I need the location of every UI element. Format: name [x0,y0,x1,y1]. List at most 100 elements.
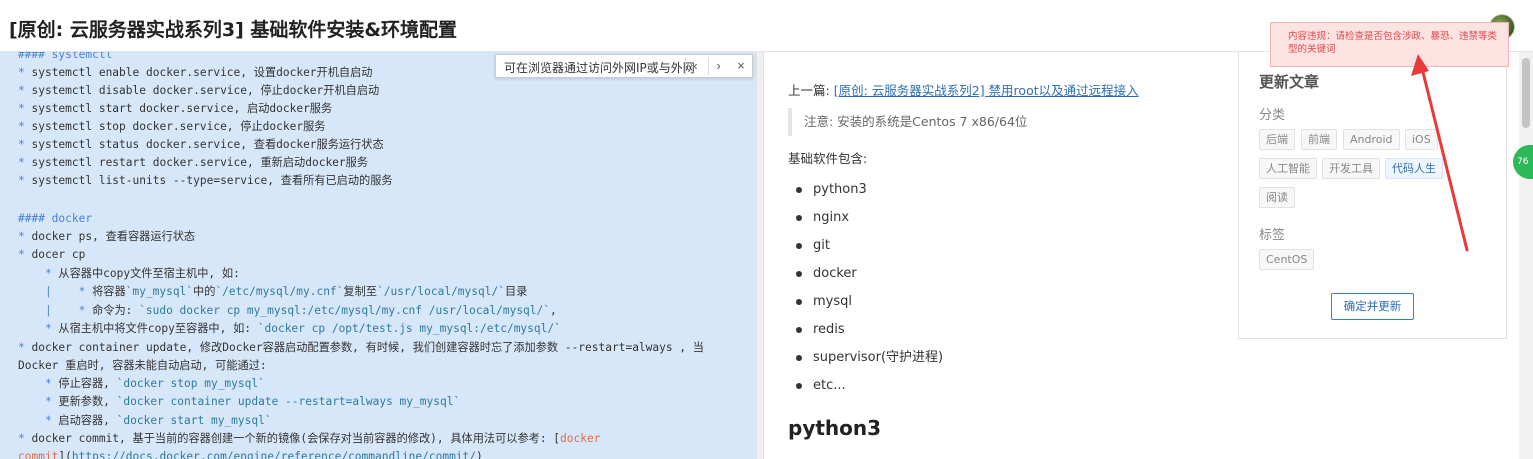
editor-token: #### docker [18,212,93,225]
editor-line[interactable]: * 启动容器, `docker start my_mysql` [18,412,272,430]
editor-token: * [18,174,32,187]
blockquote: 注意: 安装的系统是Centos 7 x86/64位 [788,108,1208,136]
editor-token: * [18,248,32,261]
editor-token: ) [476,450,483,459]
chevron-left-icon[interactable]: ‹ [685,57,705,75]
editor-token: 将容器 [92,285,126,298]
category-tag[interactable]: iOS [1405,129,1438,150]
editor-line[interactable]: * systemctl status docker.service, 查看doc… [18,136,384,154]
category-tag[interactable]: 后端 [1259,129,1295,150]
editor-token: 更新参数, [58,395,117,408]
editor-line[interactable]: * systemctl list-units --type=service, 查… [18,172,393,190]
editor-token: 复制至 [343,285,377,298]
editor-token: docker ps, 查看容器运行状态 [31,230,196,243]
list-item: mysql [796,292,943,320]
editor-token: * [18,414,59,427]
editor-line[interactable]: * docer cp [18,246,85,264]
page-title[interactable]: [原创: 云服务器实战系列3] 基础软件安装&环境配置 [9,15,457,42]
editor-token: * [18,322,59,335]
error-toast: 内容违规：请检查是否包含涉政、暴恐、违禁等类型的关键词 [1270,22,1509,67]
editor-token: * [18,395,59,408]
editor-token: , [550,304,557,317]
editor-token: * [18,432,32,445]
editor-token: systemctl stop docker.service, 停止docker服… [31,120,326,133]
editor-token: * [18,267,59,280]
category-tag[interactable]: 前端 [1301,129,1337,150]
list-item: git [796,236,943,264]
editor-token: docker [560,432,601,445]
list-item: docker [796,264,943,292]
editor-line[interactable]: * systemctl start docker.service, 启动dock… [18,100,332,118]
editor-line[interactable]: * 从宿主机中将文件copy至容器中, 如: `docker cp /opt/t… [18,320,561,338]
list-item: etc... [796,376,943,404]
editor-token: systemctl disable docker.service, 停止dock… [31,84,380,97]
editor-token: ]( [58,450,72,459]
editor-token: commit [18,450,59,459]
editor-token: `/usr/local/mysql/` [376,285,505,298]
editor-line[interactable]: * systemctl disable docker.service, 停止do… [18,82,379,100]
category-tag-active[interactable]: 代码人生 [1385,158,1443,179]
editor-line[interactable]: * systemctl enable docker.service, 设置doc… [18,64,372,82]
editor-token: * [18,66,32,79]
category-tag[interactable]: 阅读 [1259,187,1295,208]
editor-token: systemctl start docker.service, 启动docker… [31,102,333,115]
editor-token: docker commit, 基于当前的容器创建一个新的镜像(会保存对当前容器的… [31,432,561,445]
editor-line[interactable]: commit](https://docs.docker.com/engine/r… [18,448,483,459]
editor-line[interactable]: * 从容器中copy文件至宿主机中, 如: [18,265,240,283]
close-icon[interactable]: × [731,57,751,75]
editor-token: * [18,84,32,97]
intro-paragraph: 基础软件包含: [788,151,868,166]
category-tag[interactable]: 人工智能 [1259,158,1317,179]
panel-title: 更新文章 [1259,73,1320,91]
editor-line[interactable]: | * 命令为: `sudo docker cp my_mysql:/etc/m… [18,302,557,320]
editor-token: https://docs.docker.com/engine/reference… [71,450,477,459]
editor-token: 中的 [193,285,216,298]
list-item: redis [796,320,943,348]
editor-token: `docker container update --restart=alway… [116,395,461,408]
find-bar: 可在浏览器通过访问外网IP或与外网 ‹ › × [495,54,753,78]
previous-article-link[interactable]: [原创: 云服务器实战系列2] 禁用root以及通过远程接入 [834,83,1139,98]
category-tag[interactable]: Android [1343,129,1400,150]
editor-token: 启动容器, [58,414,117,427]
editor-line[interactable]: #### systemctl [18,52,112,64]
list-item: nginx [796,208,943,236]
editor-token: `/etc/mysql/my.cnf` [215,285,344,298]
editor-token: 从容器中copy文件至宿主机中, 如: [58,267,240,280]
editor-line[interactable]: * docker container update, 修改Docker容器启动配… [18,339,704,357]
editor-line[interactable]: * docker commit, 基于当前的容器创建一个新的镜像(会保存对当前容… [18,430,600,448]
editor-line[interactable]: Docker 重启时, 容器未能自动启动, 可能通过: [18,357,267,375]
markdown-preview: 上一篇: [原创: 云服务器实战系列2] 禁用root以及通过远程接入 注意: … [764,52,1234,459]
editor-token: systemctl enable docker.service, 设置docke… [31,66,373,79]
scrollbar[interactable] [1519,52,1533,459]
floating-badge[interactable]: 76 [1513,145,1533,179]
editor-token: Docker 重启时, 容器未能自动启动, 可能通过: [18,359,267,372]
editor-token: | * [18,285,93,298]
editor-line[interactable]: * 停止容器, `docker stop my_mysql` [18,375,265,393]
editor-line[interactable]: #### docker [18,210,92,228]
markdown-editor[interactable]: #### systemctl * systemctl enable docker.… [0,52,756,459]
previous-article: 上一篇: [原创: 云服务器实战系列2] 禁用root以及通过远程接入 [788,80,1139,99]
editor-token: | * [18,304,93,317]
editor-token: `my_mysql` [125,285,194,298]
category-tag[interactable]: 开发工具 [1322,158,1380,179]
editor-line[interactable]: * systemctl stop docker.service, 停止docke… [18,118,325,136]
editor-token: * [18,377,59,390]
editor-line[interactable]: | * 将容器`my_mysql`中的`/etc/mysql/my.cnf`复制… [18,283,527,301]
editor-token: `docker start my_mysql` [116,414,272,427]
pane-divider[interactable] [756,52,764,459]
editor-token: docer cp [31,248,86,261]
editor-token: 从宿主机中将文件copy至容器中, 如: [58,322,258,335]
editor-token: systemctl restart docker.service, 重新启动do… [31,156,369,169]
editor-line[interactable]: * docker ps, 查看容器运行状态 [18,228,195,246]
tag-chip[interactable]: CentOS [1259,249,1315,270]
chevron-right-icon[interactable]: › [708,57,728,75]
editor-token: 停止容器, [58,377,117,390]
editor-token: systemctl status docker.service, 查看docke… [31,138,384,151]
editor-token: `sudo docker cp my_mysql:/etc/mysql/my.c… [139,304,551,317]
editor-line[interactable]: * 更新参数, `docker container update --resta… [18,393,460,411]
find-input[interactable]: 可在浏览器通过访问外网IP或与外网 [504,59,695,76]
confirm-update-button[interactable]: 确定并更新 [1331,293,1414,320]
category-label: 分类 [1259,108,1286,123]
scrollbar-thumb[interactable] [1522,58,1530,128]
editor-line[interactable]: * systemctl restart docker.service, 重新启动… [18,154,368,172]
